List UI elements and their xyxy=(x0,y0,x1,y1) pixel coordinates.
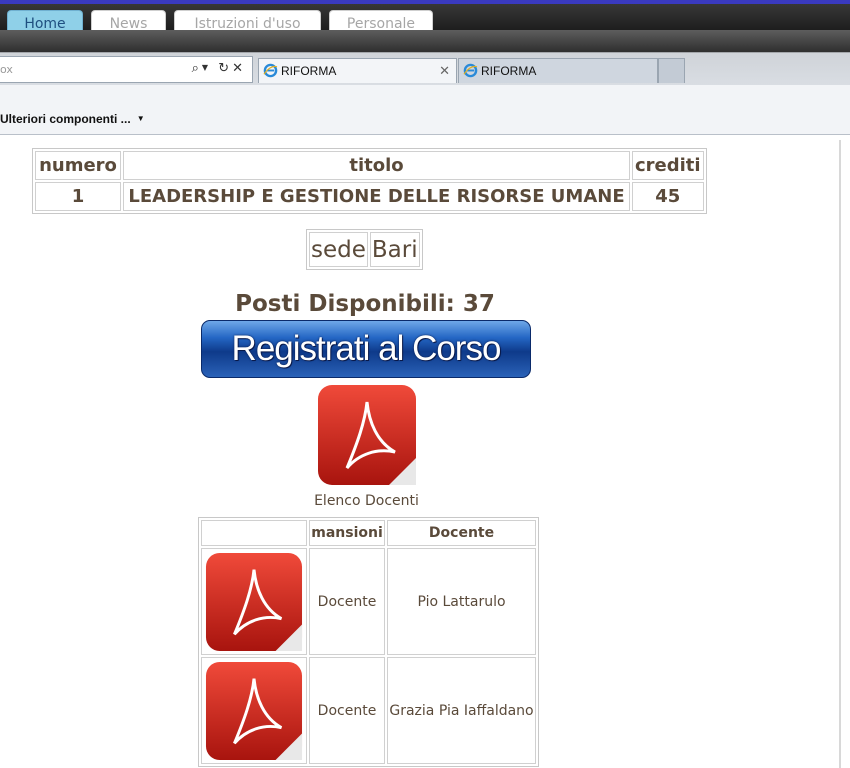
address-bar[interactable]: ox ⌕▼ ↻✕ xyxy=(0,56,253,83)
address-controls: ⌕▼ ↻✕ xyxy=(192,61,246,76)
available-seats: Posti Disponibili: 37 xyxy=(235,291,495,317)
close-tab-icon[interactable]: ✕ xyxy=(439,59,450,83)
docente-cell: Grazia Pia Iaffaldano xyxy=(387,657,536,764)
sede-table: sede Bari xyxy=(306,229,423,270)
nav-tab-home[interactable]: Home xyxy=(7,10,83,30)
pdf-icon[interactable] xyxy=(205,552,303,652)
mansione-cell: Docente xyxy=(309,548,385,655)
table-header-row: numero titolo crediti xyxy=(35,151,704,180)
header-empty xyxy=(201,520,307,546)
ie-icon xyxy=(263,63,278,78)
scrollbar-track[interactable] xyxy=(839,140,841,768)
header-mansioni: mansioni xyxy=(309,520,385,546)
browser-tab-title: RIFORMA xyxy=(281,64,337,78)
register-course-button[interactable]: Registrati al Corso xyxy=(201,320,531,378)
table-row: Docente Grazia Pia Iaffaldano xyxy=(201,657,536,764)
header-numero: numero xyxy=(35,151,121,180)
course-number: 1 xyxy=(35,182,121,211)
ie-icon xyxy=(463,63,478,78)
elenco-docenti-label: Elenco Docenti xyxy=(314,493,419,509)
course-title: LEADERSHIP E GESTIONE DELLE RISORSE UMAN… xyxy=(123,182,630,211)
new-tab-button[interactable] xyxy=(658,58,685,83)
course-table: numero titolo crediti 1 LEADERSHIP E GES… xyxy=(32,148,707,214)
more-addons-label: Ulteriori componenti ... xyxy=(0,112,131,126)
search-icon[interactable]: ⌕ xyxy=(192,61,202,76)
header-crediti: crediti xyxy=(632,151,704,180)
cv-cell xyxy=(201,657,307,764)
course-credits: 45 xyxy=(632,182,704,211)
cv-cell xyxy=(201,548,307,655)
address-text[interactable]: ox xyxy=(0,63,13,76)
table-row: 1 LEADERSHIP E GESTIONE DELLE RISORSE UM… xyxy=(35,182,704,211)
mansione-cell: Docente xyxy=(309,657,385,764)
refresh-icon[interactable]: ↻ xyxy=(218,61,232,76)
browser-tab-active[interactable]: RIFORMA ✕ xyxy=(258,58,457,83)
docenti-table: mansioni Docente Docente Pio Lattarulo D… xyxy=(198,517,539,767)
table-header-row: mansioni Docente xyxy=(201,520,536,546)
nav-tab-istruzioni[interactable]: Istruzioni d'uso xyxy=(174,10,321,30)
pdf-icon[interactable] xyxy=(205,661,303,761)
pdf-icon[interactable] xyxy=(317,384,417,486)
browser-tab-inactive[interactable]: RIFORMA xyxy=(458,58,658,83)
browser-tab-title: RIFORMA xyxy=(481,64,537,78)
stop-icon[interactable]: ✕ xyxy=(232,61,246,76)
register-button-label: Registrati al Corso xyxy=(231,329,502,368)
nav-tab-personale[interactable]: Personale xyxy=(329,10,433,30)
more-addons-menu[interactable]: Ulteriori componenti ... ▼ xyxy=(0,112,145,126)
dropdown-icon[interactable]: ▼ xyxy=(202,63,211,72)
docente-cell: Pio Lattarulo xyxy=(387,548,536,655)
header-titolo: titolo xyxy=(123,151,630,180)
nav-tab-news[interactable]: News xyxy=(91,10,166,30)
table-row: Docente Pio Lattarulo xyxy=(201,548,536,655)
header-docente: Docente xyxy=(387,520,536,546)
favorites-bar: Ulteriori componenti ... ▼ xyxy=(0,85,850,135)
nav-top-line xyxy=(0,0,850,4)
chevron-down-icon: ▼ xyxy=(136,114,145,123)
site-nav-bar: Home News Istruzioni d'uso Personale xyxy=(0,0,850,30)
sede-value: Bari xyxy=(369,232,420,267)
sede-label: sede xyxy=(309,232,368,267)
